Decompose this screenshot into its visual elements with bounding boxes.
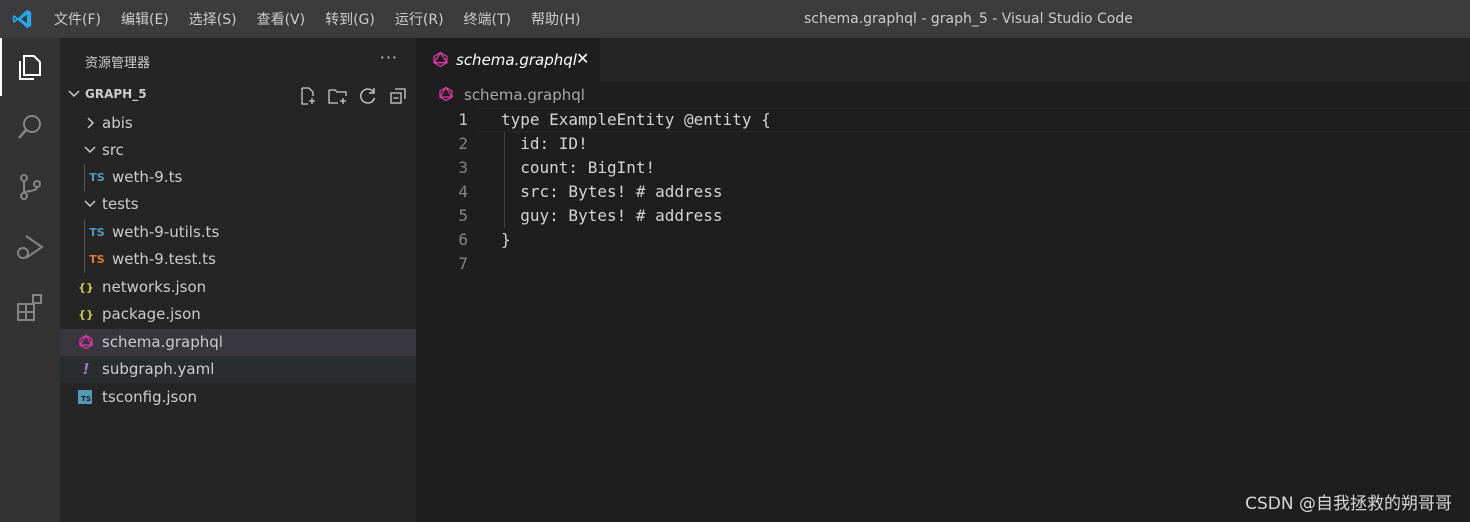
line-text: count: BigInt!	[501, 158, 656, 177]
line-number: 1	[458, 110, 468, 129]
workspace-section-header[interactable]: GRAPH_5	[60, 82, 416, 108]
code-line: 6}	[416, 228, 1470, 252]
source-control-icon[interactable]	[0, 158, 60, 216]
menu-go[interactable]: 转到(G)	[325, 9, 375, 29]
section-toolbar	[290, 85, 410, 107]
tree-item-src[interactable]: src	[60, 137, 416, 164]
tree-item-label: networks.json	[102, 278, 207, 296]
tree-item-subgraph-yaml[interactable]: ! subgraph.yaml	[60, 356, 416, 383]
tree-item-abis[interactable]: abis	[60, 110, 416, 137]
tree-item-schema-graphql[interactable]: schema.graphql	[60, 329, 416, 356]
menu-view[interactable]: 查看(V)	[257, 9, 306, 29]
tree-item-label: src	[102, 141, 124, 159]
code-line: 2 id: ID!	[416, 132, 1470, 156]
explorer-icon[interactable]	[0, 38, 60, 96]
yaml-file-icon: !	[82, 360, 90, 378]
new-folder-icon[interactable]	[326, 85, 350, 107]
editor-area: schema.graphql ✕ schema.graphql 1 type Ex…	[416, 38, 1470, 522]
graphql-file-icon	[78, 334, 94, 350]
code-line: 7	[416, 252, 1470, 276]
tree-item-label: abis	[102, 114, 133, 132]
explorer-title: 资源管理器	[85, 56, 151, 71]
code-line: 1 type ExampleEntity @entity {	[416, 108, 1470, 132]
extensions-icon[interactable]	[0, 278, 60, 336]
tree-item-label: subgraph.yaml	[102, 360, 215, 378]
line-number: 6	[458, 230, 468, 249]
line-number: 5	[458, 206, 468, 225]
line-number: 4	[458, 182, 468, 201]
window-title: schema.graphql - graph_5 - Visual Studio…	[804, 11, 1133, 27]
tree-item-label: schema.graphql	[102, 333, 223, 351]
chevron-right-icon	[87, 117, 95, 129]
close-icon[interactable]: ✕	[576, 49, 589, 68]
menu-help[interactable]: 帮助(H)	[531, 9, 580, 29]
graphql-file-icon	[432, 51, 449, 68]
typescript-file-icon: TS	[89, 225, 105, 239]
tab-label: schema.graphql	[456, 51, 577, 69]
tree-item-weth-9-test-ts[interactable]: TS weth-9.test.ts	[60, 246, 416, 273]
tree-item-package-json[interactable]: {} package.json	[60, 301, 416, 328]
tree-item-label: tsconfig.json	[102, 388, 198, 406]
workspace-name: GRAPH_5	[85, 87, 147, 101]
chevron-down-icon	[68, 90, 80, 98]
tree-item-networks-json[interactable]: {} networks.json	[60, 274, 416, 301]
tree-item-label: tests	[102, 195, 139, 213]
line-text: type ExampleEntity @entity {	[501, 110, 771, 129]
json-file-icon: {}	[78, 307, 94, 321]
run-debug-icon[interactable]	[0, 218, 60, 276]
tree-item-tsconfig-json[interactable]: TS tsconfig.json	[60, 384, 416, 411]
search-icon[interactable]	[0, 98, 60, 156]
tree-item-label: weth-9.ts	[112, 168, 183, 186]
chevron-down-icon	[84, 146, 96, 154]
graphql-file-icon	[438, 86, 454, 102]
chevron-down-icon	[84, 200, 96, 208]
breadcrumb-item[interactable]: schema.graphql	[464, 86, 585, 104]
menu-selection[interactable]: 选择(S)	[189, 9, 237, 29]
explorer-sidebar: 资源管理器 ··· GRAPH_5 abis src TS weth-9.ts …	[60, 38, 416, 522]
line-text: }	[501, 230, 511, 249]
activity-bar	[0, 38, 60, 522]
json-file-icon: {}	[78, 280, 94, 294]
menu-bar: 文件(F) 编辑(E) 选择(S) 查看(V) 转到(G) 运行(R) 终端(T…	[54, 0, 600, 38]
line-text: guy: Bytes! # address	[501, 206, 723, 225]
code-line: 4 src: Bytes! # address	[416, 180, 1470, 204]
tree-item-tests[interactable]: tests	[60, 191, 416, 218]
line-text: src: Bytes! # address	[501, 182, 723, 201]
vscode-logo-icon	[12, 9, 32, 29]
editor-tab-bar: schema.graphql ✕	[416, 38, 1470, 82]
tsconfig-file-icon: TS	[78, 390, 92, 404]
line-number: 3	[458, 158, 468, 177]
refresh-icon[interactable]	[356, 85, 380, 107]
new-file-icon[interactable]	[296, 85, 320, 107]
typescript-test-file-icon: TS	[89, 252, 105, 266]
tree-item-weth-9-ts[interactable]: TS weth-9.ts	[60, 164, 416, 191]
explorer-header: 资源管理器 ···	[60, 38, 416, 82]
line-text: id: ID!	[501, 134, 588, 153]
code-line: 3 count: BigInt!	[416, 156, 1470, 180]
tree-item-weth-9-utils-ts[interactable]: TS weth-9-utils.ts	[60, 219, 416, 246]
menu-run[interactable]: 运行(R)	[395, 9, 444, 29]
tab-schema-graphql[interactable]: schema.graphql ✕	[416, 38, 600, 82]
title-bar: 文件(F) 编辑(E) 选择(S) 查看(V) 转到(G) 运行(R) 终端(T…	[0, 0, 1470, 38]
line-number: 7	[458, 254, 468, 273]
line-number: 2	[458, 134, 468, 153]
tree-item-label: package.json	[102, 305, 201, 323]
breadcrumb: schema.graphql	[416, 82, 1470, 108]
tree-item-label: weth-9-utils.ts	[112, 223, 220, 241]
menu-file[interactable]: 文件(F)	[54, 9, 101, 29]
tree-item-label: weth-9.test.ts	[112, 250, 216, 268]
collapse-all-icon[interactable]	[386, 85, 410, 107]
more-actions-icon[interactable]: ···	[380, 48, 398, 67]
menu-edit[interactable]: 编辑(E)	[121, 9, 169, 29]
watermark: CSDN @自我拯救的朔哥哥	[1245, 494, 1452, 514]
code-line: 5 guy: Bytes! # address	[416, 204, 1470, 228]
menu-terminal[interactable]: 终端(T)	[464, 9, 511, 29]
typescript-file-icon: TS	[89, 170, 105, 184]
